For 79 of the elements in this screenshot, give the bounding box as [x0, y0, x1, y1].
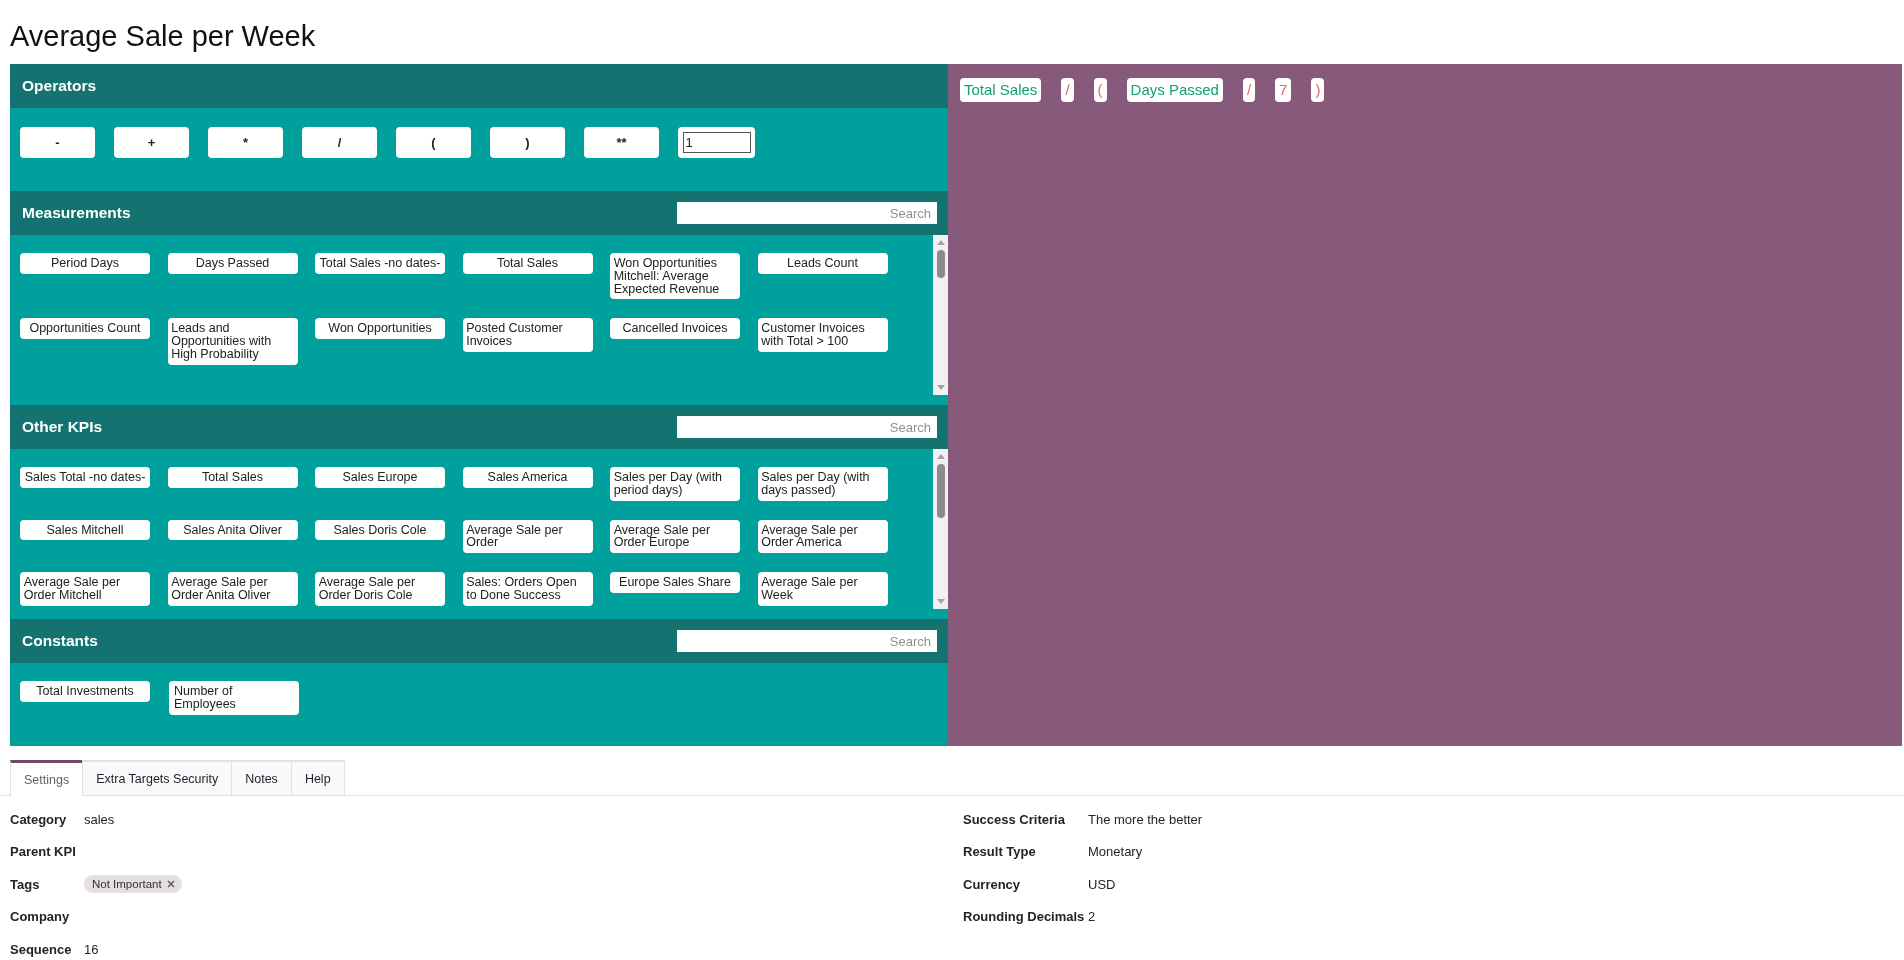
- tab[interactable]: Settings: [10, 760, 84, 796]
- formula-token[interactable]: /: [1061, 78, 1074, 102]
- term-button[interactable]: Average Sale per Order America: [757, 519, 888, 553]
- field-label: Success Criteria: [963, 811, 1066, 827]
- operator-button[interactable]: **: [584, 127, 659, 158]
- term-button[interactable]: Average Sale per Order: [462, 519, 593, 553]
- term-button[interactable]: Total Sales: [167, 467, 298, 488]
- section-title: Operators: [22, 77, 97, 95]
- search-field[interactable]: Search: [677, 416, 937, 438]
- field-value: sales: [84, 811, 115, 827]
- scrollbar[interactable]: [933, 235, 948, 395]
- page-title: Average Sale per Week: [10, 19, 316, 53]
- term-button[interactable]: Sales Mitchell: [20, 519, 150, 541]
- operator-button[interactable]: *: [208, 127, 283, 158]
- field-value: 16: [84, 941, 99, 957]
- field-label: Currency: [963, 876, 1022, 892]
- term-button[interactable]: Average Sale per Week: [757, 572, 888, 606]
- term-button[interactable]: Number of Employees: [169, 681, 299, 715]
- term-button[interactable]: Won Opportunities Mitchell: Average Expected Revenue: [610, 253, 740, 300]
- operator-button[interactable]: ): [490, 127, 565, 158]
- term-button[interactable]: Sales Anita Oliver: [167, 519, 298, 541]
- field-value: Monetary: [1088, 844, 1143, 859]
- term-button[interactable]: Total Sales: [462, 253, 593, 274]
- scroll-up-icon[interactable]: [936, 454, 945, 459]
- scrollbar[interactable]: [933, 449, 948, 609]
- term-button[interactable]: Average Sale per Order Europe: [610, 519, 740, 553]
- term-button[interactable]: Sales Total -no dates-: [20, 467, 150, 488]
- term-button[interactable]: Sales per Day (with days passed): [757, 467, 888, 501]
- scroll-down-icon[interactable]: [936, 385, 945, 390]
- scrollbar-thumb[interactable]: [936, 464, 945, 518]
- search-field[interactable]: Search: [677, 630, 937, 652]
- term-button[interactable]: Opportunities Count: [20, 318, 150, 339]
- field-label: Rounding Decimals: [963, 909, 1086, 924]
- number-input[interactable]: 1: [682, 132, 751, 153]
- term-button[interactable]: Posted Customer Invoices: [462, 318, 593, 352]
- field-value: USD: [1088, 876, 1116, 892]
- term-button[interactable]: Sales: Orders Open to Done Success: [462, 572, 593, 606]
- term-button[interactable]: Total Investments: [20, 681, 150, 702]
- field-label: Company: [10, 909, 71, 924]
- tab[interactable]: Extra Targets Security: [82, 760, 233, 795]
- term-button[interactable]: Cancelled Invoices: [610, 318, 740, 339]
- term-button[interactable]: Average Sale per Order Mitchell: [20, 572, 150, 606]
- term-button[interactable]: Europe Sales Share: [610, 572, 740, 593]
- term-button[interactable]: Leads Count: [757, 253, 888, 274]
- term-button[interactable]: Sales Doris Cole: [315, 519, 445, 541]
- section-title: Measurements: [22, 204, 131, 222]
- field-label: Category: [10, 811, 68, 827]
- operator-button[interactable]: (: [396, 127, 471, 158]
- field-label: Tags: [10, 876, 41, 892]
- term-button[interactable]: Sales per Day (with period days): [610, 467, 740, 501]
- field-label: Result Type: [963, 844, 1037, 859]
- field-label: Sequence: [10, 941, 73, 957]
- term-button[interactable]: Days Passed: [167, 253, 298, 274]
- scroll-up-icon[interactable]: [936, 240, 945, 245]
- tag-chip[interactable]: Not Important: [84, 875, 182, 893]
- close-icon[interactable]: [166, 880, 175, 888]
- section-title: Constants: [22, 632, 98, 650]
- operator-button[interactable]: +: [114, 127, 189, 158]
- tab[interactable]: Help: [290, 760, 345, 795]
- term-button[interactable]: Sales Europe: [315, 467, 445, 488]
- term-button[interactable]: Won Opportunities: [315, 318, 445, 339]
- search-field[interactable]: Search: [677, 202, 937, 224]
- section-title: Other KPIs: [22, 418, 103, 436]
- field-value: The more the better: [1088, 811, 1203, 827]
- term-button[interactable]: Leads and Opportunities with High Probability: [167, 318, 298, 365]
- term-button[interactable]: Total Sales -no dates-: [315, 253, 445, 274]
- term-button[interactable]: Customer Invoices with Total > 100: [757, 318, 888, 352]
- field-label: Parent KPI: [10, 844, 77, 859]
- tab[interactable]: Notes: [231, 760, 292, 795]
- tag-label: Not Important: [92, 878, 162, 890]
- operator-button[interactable]: /: [302, 127, 377, 158]
- term-button[interactable]: Average Sale per Order Anita Oliver: [167, 572, 298, 606]
- term-button[interactable]: Average Sale per Order Doris Cole: [315, 572, 445, 606]
- operator-button[interactable]: -: [20, 127, 95, 158]
- term-button[interactable]: Sales America: [462, 467, 593, 488]
- term-button[interactable]: Period Days: [20, 253, 150, 274]
- scrollbar-thumb[interactable]: [936, 250, 945, 278]
- field-value: 2: [1088, 909, 1096, 924]
- scroll-down-icon[interactable]: [936, 599, 945, 604]
